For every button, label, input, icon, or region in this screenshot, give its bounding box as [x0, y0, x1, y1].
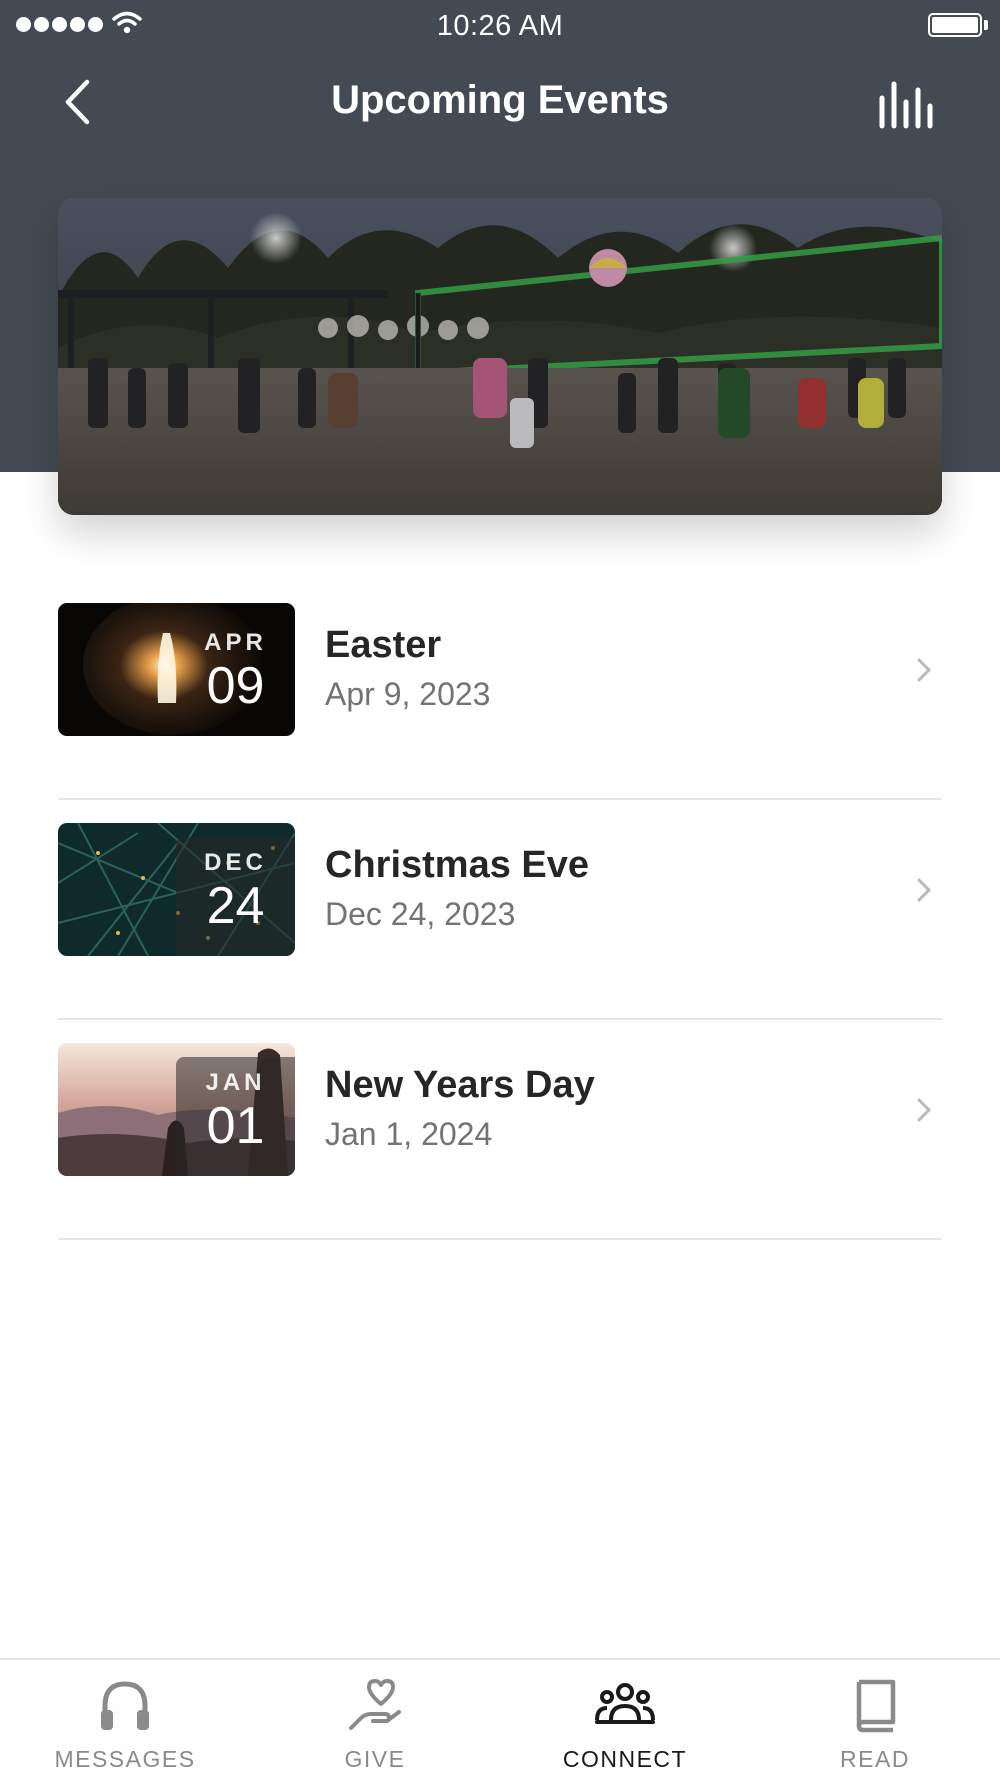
date-day: 09	[206, 657, 265, 715]
bar-chart-icon[interactable]	[872, 76, 938, 132]
tab-label: CONNECT	[562, 1746, 688, 1772]
date-month: JAN	[205, 1069, 266, 1096]
date-badge: DEC 24	[176, 837, 295, 956]
battery-tip	[984, 20, 988, 30]
heart-hand-icon	[349, 1679, 401, 1730]
event-title: Easter	[325, 624, 442, 666]
date-month: APR	[204, 629, 267, 656]
date-badge: JAN 01	[176, 1057, 295, 1176]
event-thumbnail: DEC 24	[58, 823, 295, 956]
tab-connect[interactable]: CONNECT	[500, 1660, 750, 1778]
tab-give[interactable]: GIVE	[250, 1660, 500, 1778]
tab-label: READ	[840, 1746, 910, 1772]
hero-photo	[58, 198, 942, 515]
tab-label: MESSAGES	[54, 1746, 196, 1772]
event-thumbnail: APR 09	[58, 603, 295, 736]
hero-event-image[interactable]	[58, 198, 942, 515]
event-date: Dec 24, 2023	[325, 896, 516, 932]
tab-read[interactable]: READ	[750, 1660, 1000, 1778]
page-title: Upcoming Events	[331, 78, 669, 122]
event-title: New Years Day	[325, 1064, 595, 1106]
status-bar: 10:26 AM	[0, 0, 1000, 52]
book-icon	[856, 1679, 896, 1733]
date-month: DEC	[204, 849, 267, 876]
headphones-icon	[101, 1681, 149, 1730]
chevron-right-icon	[917, 1098, 931, 1122]
chevron-right-icon	[917, 658, 931, 682]
date-day: 24	[206, 877, 265, 935]
navigation-bar: Upcoming Events	[0, 62, 1000, 142]
tab-bar: MESSAGES GIVE CONNECT READ	[0, 1658, 1000, 1778]
event-list: APR 09 Easter Apr 9, 2023 DEC 24 Christm…	[58, 580, 942, 1240]
event-row-easter[interactable]: APR 09 Easter Apr 9, 2023	[58, 580, 942, 800]
event-thumbnail: JAN 01	[58, 1043, 295, 1176]
tab-label: GIVE	[344, 1746, 406, 1772]
date-badge: APR 09	[176, 617, 295, 736]
battery-icon	[928, 13, 982, 37]
tab-messages[interactable]: MESSAGES	[0, 1660, 250, 1778]
chevron-right-icon	[917, 878, 931, 902]
event-date: Jan 1, 2024	[325, 1116, 493, 1152]
people-icon	[595, 1683, 655, 1724]
date-day: 01	[206, 1097, 265, 1155]
event-row-new-years-day[interactable]: JAN 01 New Years Day Jan 1, 2024	[58, 1020, 942, 1240]
event-row-christmas-eve[interactable]: DEC 24 Christmas Eve Dec 24, 2023	[58, 800, 942, 1020]
status-time: 10:26 AM	[436, 10, 564, 42]
event-date: Apr 9, 2023	[325, 676, 491, 712]
event-title: Christmas Eve	[325, 844, 590, 886]
